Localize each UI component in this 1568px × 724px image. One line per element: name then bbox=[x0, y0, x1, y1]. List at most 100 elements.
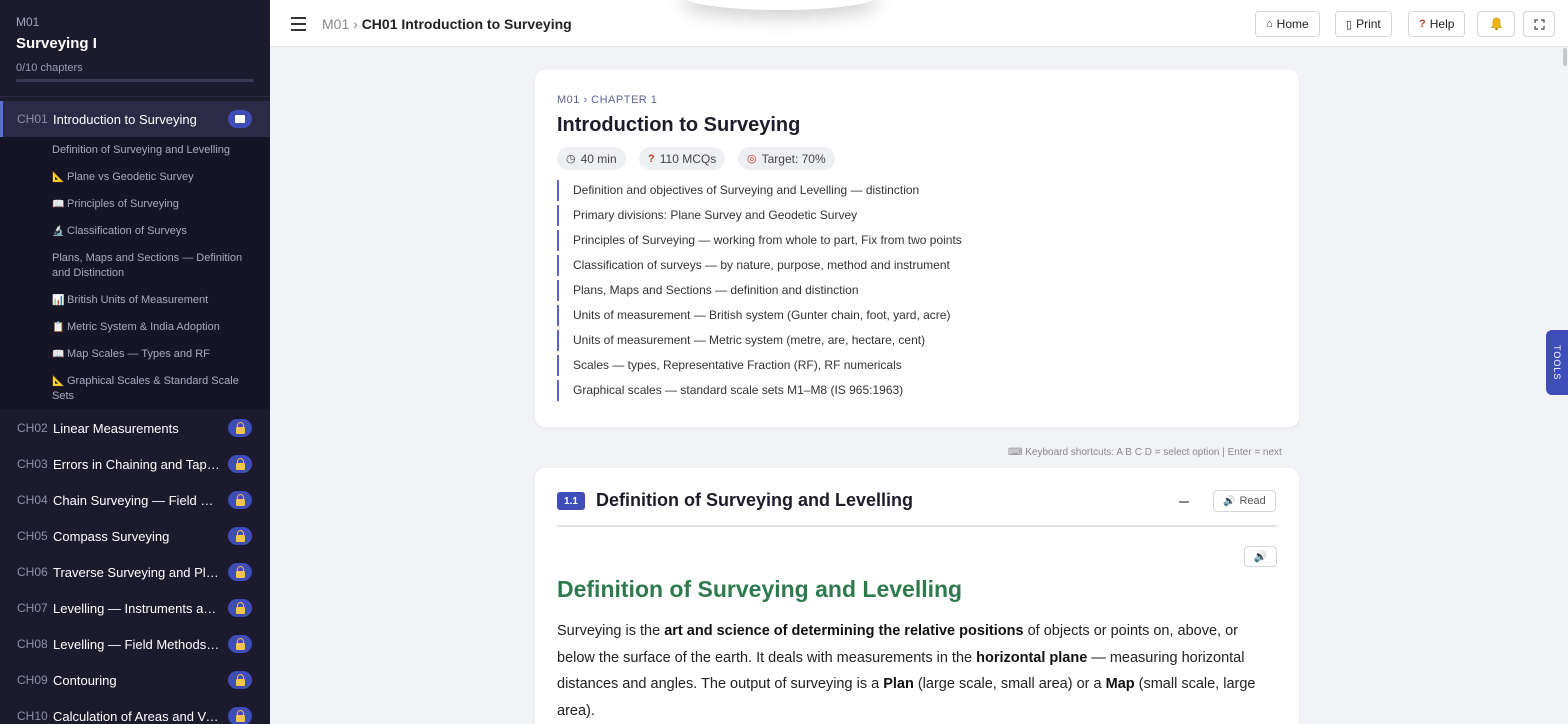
speak-button[interactable]: 🔊 bbox=[1244, 546, 1277, 567]
subtopic-item[interactable]: Plans, Maps and Sections — Definition an… bbox=[52, 251, 252, 281]
book-icon bbox=[228, 110, 252, 128]
chapter-overview-card: M01 › CHAPTER 1 Introduction to Surveyin… bbox=[535, 70, 1299, 427]
objective-item: Primary divisions: Plane Survey and Geod… bbox=[557, 205, 1257, 226]
menu-icon[interactable] bbox=[291, 17, 306, 31]
notifications-button[interactable] bbox=[1477, 11, 1515, 37]
fullscreen-button[interactable] bbox=[1523, 11, 1555, 37]
objective-item: Units of measurement — Metric system (me… bbox=[557, 330, 1257, 351]
chapter-code: CH05 bbox=[17, 529, 48, 543]
subtopic-item[interactable]: Definition of Surveying and Levelling bbox=[52, 143, 252, 158]
subtopic-item[interactable]: 📖 Map Scales — Types and RF bbox=[52, 347, 252, 362]
chapter-code: CH03 bbox=[17, 457, 48, 471]
subtopic-item[interactable]: 📐 Graphical Scales & Standard Scale Sets bbox=[52, 374, 252, 404]
speaker-icon: 🔊 bbox=[1223, 495, 1236, 507]
bar-chart-icon: 📊 bbox=[52, 295, 65, 306]
chapter-label: Levelling — Field Methods an... bbox=[53, 636, 221, 652]
lock-icon bbox=[228, 635, 252, 653]
section-divider bbox=[557, 525, 1277, 527]
chapter-code: CH06 bbox=[17, 565, 48, 579]
subtopic-item[interactable]: 🔬 Classification of Surveys bbox=[52, 224, 252, 239]
chapter-code: CH04 bbox=[17, 493, 48, 507]
bell-icon bbox=[1490, 17, 1502, 31]
chapter-label: Calculation of Areas and Volu... bbox=[53, 708, 221, 724]
objective-item: Principles of Surveying — working from w… bbox=[557, 230, 1257, 251]
lock-icon bbox=[228, 563, 252, 581]
chapter-item-ch03[interactable]: CH03 Errors in Chaining and Tape C... bbox=[0, 446, 270, 482]
help-button[interactable]: ? Help bbox=[1408, 11, 1466, 37]
objective-item: Units of measurement — British system (G… bbox=[557, 305, 1257, 326]
chapter-code: CH02 bbox=[17, 421, 48, 435]
section-card: 1.1 Definition of Surveying and Levellin… bbox=[535, 468, 1299, 724]
chapter-item-ch01[interactable]: CH01 Introduction to Surveying bbox=[0, 101, 270, 137]
subtopic-item[interactable]: 📋 Metric System & India Adoption bbox=[52, 320, 252, 335]
chapter-code: CH09 bbox=[17, 673, 48, 687]
chapter-label: Chain Surveying — Field Met... bbox=[53, 492, 221, 508]
objective-item: Classification of surveys — by nature, p… bbox=[557, 255, 1257, 276]
module-code: M01 bbox=[16, 15, 40, 29]
chapter-label: Traverse Surveying and Plane ... bbox=[53, 564, 221, 580]
lock-icon bbox=[228, 671, 252, 689]
keyboard-shortcuts-hint: ⌨ Keyboard shortcuts: A B C D = select o… bbox=[1008, 447, 1282, 458]
subtopic-item[interactable]: 📊 British Units of Measurement bbox=[52, 293, 252, 308]
chapter-kicker: M01 › CHAPTER 1 bbox=[557, 94, 658, 106]
help-icon: ? bbox=[1419, 18, 1426, 30]
lock-icon bbox=[228, 707, 252, 724]
chapter-code: CH08 bbox=[17, 637, 48, 651]
scrollbar-thumb[interactable] bbox=[1563, 48, 1567, 66]
chapter-code: CH01 bbox=[17, 112, 48, 126]
lock-icon bbox=[228, 455, 252, 473]
chapter-item-ch02[interactable]: CH02 Linear Measurements bbox=[0, 410, 270, 446]
triangle-ruler-icon: 📐 bbox=[52, 172, 65, 183]
breadcrumb-current: CH01 Introduction to Surveying bbox=[361, 16, 572, 32]
chapter-label: Linear Measurements bbox=[53, 420, 179, 436]
chapter-item-ch05[interactable]: CH05 Compass Surveying bbox=[0, 518, 270, 554]
collapse-icon[interactable] bbox=[1179, 501, 1189, 503]
chapter-code: CH10 bbox=[17, 709, 48, 723]
print-button[interactable]: ▯ Print bbox=[1335, 11, 1392, 37]
book-icon: 📖 bbox=[52, 349, 65, 360]
progress-text: 0/10 chapters bbox=[16, 62, 83, 74]
chapter-item-ch07[interactable]: CH07 Levelling — Instruments and ... bbox=[0, 590, 270, 626]
speaker-icon: 🔊 bbox=[1253, 551, 1268, 563]
chapter-title: Introduction to Surveying bbox=[557, 114, 801, 136]
content-heading: Definition of Surveying and Levelling bbox=[557, 576, 963, 602]
clipboard-icon: 📋 bbox=[52, 322, 65, 333]
subtopic-item[interactable]: 📐 Plane vs Geodetic Survey bbox=[52, 170, 252, 185]
fullscreen-icon bbox=[1533, 18, 1545, 30]
lock-icon bbox=[228, 527, 252, 545]
breadcrumb-module[interactable]: M01 bbox=[322, 16, 349, 32]
progress-bar bbox=[16, 79, 254, 82]
chapter-label: Introduction to Surveying bbox=[53, 111, 197, 127]
question-icon: ? bbox=[648, 152, 655, 165]
sidebar: M01 Surveying I 0/10 chapters CH01 Intro… bbox=[0, 0, 270, 724]
tools-tab[interactable]: TOOLS bbox=[1546, 330, 1568, 395]
lock-icon bbox=[228, 419, 252, 437]
content-paragraph: Surveying is the art and science of dete… bbox=[557, 623, 1256, 719]
chapter-item-ch09[interactable]: CH09 Contouring bbox=[0, 662, 270, 698]
chapter-item-ch08[interactable]: CH08 Levelling — Field Methods an... bbox=[0, 626, 270, 662]
breadcrumb: M01 › CH01 Introduction to Surveying bbox=[322, 16, 572, 32]
chapter-item-ch04[interactable]: CH04 Chain Surveying — Field Met... bbox=[0, 482, 270, 518]
home-button[interactable]: ⌂ Home bbox=[1255, 11, 1320, 37]
chapter-label: Contouring bbox=[53, 672, 117, 688]
objective-item: Scales — types, Representative Fraction … bbox=[557, 355, 1257, 376]
chapter-code: CH07 bbox=[17, 601, 48, 615]
mcq-chip: ? 110 MCQs bbox=[639, 147, 726, 170]
print-icon: ▯ bbox=[1346, 18, 1353, 31]
target-icon: ◎ bbox=[747, 153, 757, 165]
chapter-item-ch06[interactable]: CH06 Traverse Surveying and Plane ... bbox=[0, 554, 270, 590]
breadcrumb-separator: › bbox=[353, 16, 358, 32]
top-bar: M01 › CH01 Introduction to Surveying ⌂ Ho… bbox=[270, 0, 1568, 47]
read-aloud-button[interactable]: 🔊 Read bbox=[1213, 490, 1276, 512]
section-number: 1.1 bbox=[557, 492, 585, 510]
chapter-label: Levelling — Instruments and ... bbox=[53, 600, 221, 616]
lock-icon bbox=[228, 491, 252, 509]
microscope-icon: 🔬 bbox=[52, 226, 65, 237]
subtopic-item[interactable]: 📖 Principles of Surveying bbox=[52, 197, 252, 212]
chapter-item-ch10[interactable]: CH10 Calculation of Areas and Volu... bbox=[0, 698, 270, 724]
objective-item: Graphical scales — standard scale sets M… bbox=[557, 380, 1257, 401]
floating-shadow bbox=[680, 0, 880, 10]
home-icon: ⌂ bbox=[1266, 18, 1273, 30]
lock-icon bbox=[228, 599, 252, 617]
duration-chip: ◷ 40 min bbox=[557, 147, 626, 170]
